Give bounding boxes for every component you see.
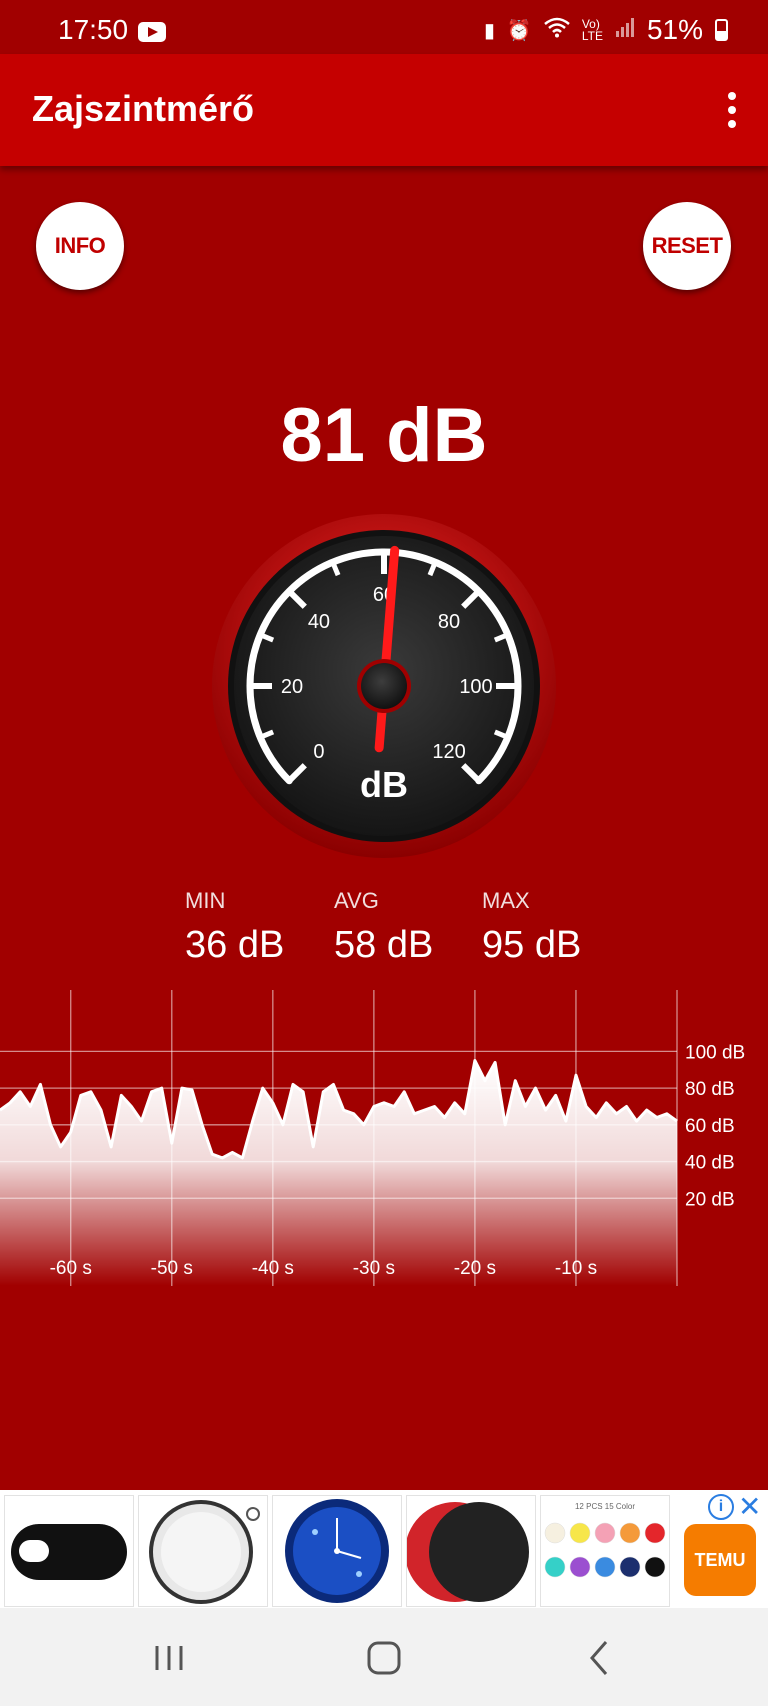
reset-button[interactable]: RESET — [643, 202, 731, 290]
gauge-tick-label: 20 — [281, 676, 303, 698]
chart-y-tick-label: 60 dB — [685, 1116, 735, 1137]
home-button[interactable] — [354, 1634, 414, 1682]
gauge-hub — [361, 663, 407, 709]
swatch-dot — [594, 1522, 616, 1544]
status-icons: ▮ ⏰ Vo) LTE 51% — [484, 14, 728, 46]
chart-x-tick-label: -40 s — [252, 1258, 294, 1279]
avg-label: AVG — [334, 888, 379, 913]
swatch-dot — [544, 1522, 566, 1544]
current-db-reading: 81 dB — [280, 393, 488, 478]
chart-x-tick-label: -50 s — [151, 1258, 193, 1279]
app-bar: Zajszintmérő — [0, 54, 768, 166]
swatch-dot — [619, 1556, 641, 1578]
wifi-icon — [544, 16, 570, 44]
ad-close-icon[interactable]: ✕ — [738, 1490, 761, 1523]
avg-value: 58 dB — [334, 924, 434, 966]
chart-x-tick-label: -60 s — [50, 1258, 92, 1279]
min-value: 36 dB — [185, 924, 285, 966]
gauge-tick-label: 0 — [313, 741, 324, 763]
gauge-tick-label: 120 — [432, 741, 465, 763]
min-label: MIN — [185, 888, 226, 913]
temu-brand-label: TEMU — [694, 1549, 746, 1570]
alarm-icon: ⏰ — [506, 19, 532, 42]
ad-tile-wall-clock[interactable] — [272, 1495, 402, 1607]
temu-logo[interactable]: TEMU — [684, 1524, 756, 1596]
chart-x-tick-label: -10 s — [555, 1258, 597, 1279]
chart-y-tick-label: 20 dB — [685, 1189, 735, 1210]
back-button[interactable] — [570, 1634, 630, 1682]
ad-tile-webcam-cover[interactable] — [4, 1495, 134, 1607]
battery-icon — [715, 19, 728, 41]
info-button[interactable]: INFO — [36, 202, 124, 290]
volte-icon: Vo) LTE — [581, 17, 603, 43]
chart-y-tick-label: 40 dB — [685, 1153, 735, 1174]
swatch-dot — [644, 1522, 666, 1544]
ad-tile-round-mirror[interactable] — [138, 1495, 268, 1607]
history-chart: 100 dB 80 dB 60 dB 40 dB 20 dB -60 s -50 s -40… — [0, 990, 745, 1286]
chart-y-tick-label: 100 dB — [685, 1042, 745, 1063]
max-label: MAX — [482, 888, 530, 913]
ad-tile-car-sun-shade[interactable] — [406, 1495, 536, 1607]
chart-y-tick-label: 80 dB — [685, 1079, 735, 1100]
gauge-tick-label: 80 — [438, 611, 460, 633]
recents-button[interactable] — [139, 1634, 199, 1682]
stat-avg: AVG 58 dB — [334, 888, 433, 967]
home-icon — [367, 1641, 401, 1675]
overflow-menu-icon[interactable] — [724, 92, 740, 128]
recents-icon — [155, 1646, 183, 1670]
stat-max: MAX 95 dB — [482, 888, 581, 967]
swatch-dot — [644, 1556, 666, 1578]
battery-percent: 51% — [646, 14, 703, 45]
youtube-icon — [138, 22, 166, 42]
db-gauge: 020406080100120 dB — [212, 514, 556, 858]
ad-info-icon[interactable]: i — [708, 1494, 734, 1520]
signal-icon — [615, 17, 635, 43]
stat-min: MIN 36 dB — [185, 888, 284, 967]
swatch-title: 12 PCS 15 Color — [574, 1502, 636, 1511]
system-nav-bar — [0, 1608, 768, 1706]
status-time: 17:50 — [58, 14, 129, 45]
swatch-dot — [569, 1556, 591, 1578]
swatch-dot — [569, 1522, 591, 1544]
sim-icon: ▮ — [483, 19, 495, 42]
gauge-unit-label: dB — [360, 764, 408, 805]
gauge-tick-label: 100 — [459, 676, 492, 698]
app-title: Zajszintmérő — [32, 88, 255, 129]
status-bar: 17:50 ▮ ⏰ Vo) LTE 51% — [0, 0, 768, 54]
swatch-dot — [594, 1556, 616, 1578]
chart-x-tick-label: -20 s — [454, 1258, 496, 1279]
gauge-tick-label: 40 — [308, 611, 330, 633]
swatch-dot — [619, 1522, 641, 1544]
ad-tile-color-swatch[interactable]: 12 PCS 15 Color — [540, 1495, 670, 1607]
swatch-dot — [544, 1556, 566, 1578]
max-value: 95 dB — [482, 924, 582, 966]
back-icon — [590, 1641, 608, 1675]
ad-banner[interactable]: 12 PCS 15 Color i ✕ TEMU — [0, 1490, 768, 1608]
chart-x-tick-label: -30 s — [353, 1258, 395, 1279]
chart-y-tick-labels: 100 dB 80 dB 60 dB 40 dB 20 dB — [685, 1042, 745, 1210]
